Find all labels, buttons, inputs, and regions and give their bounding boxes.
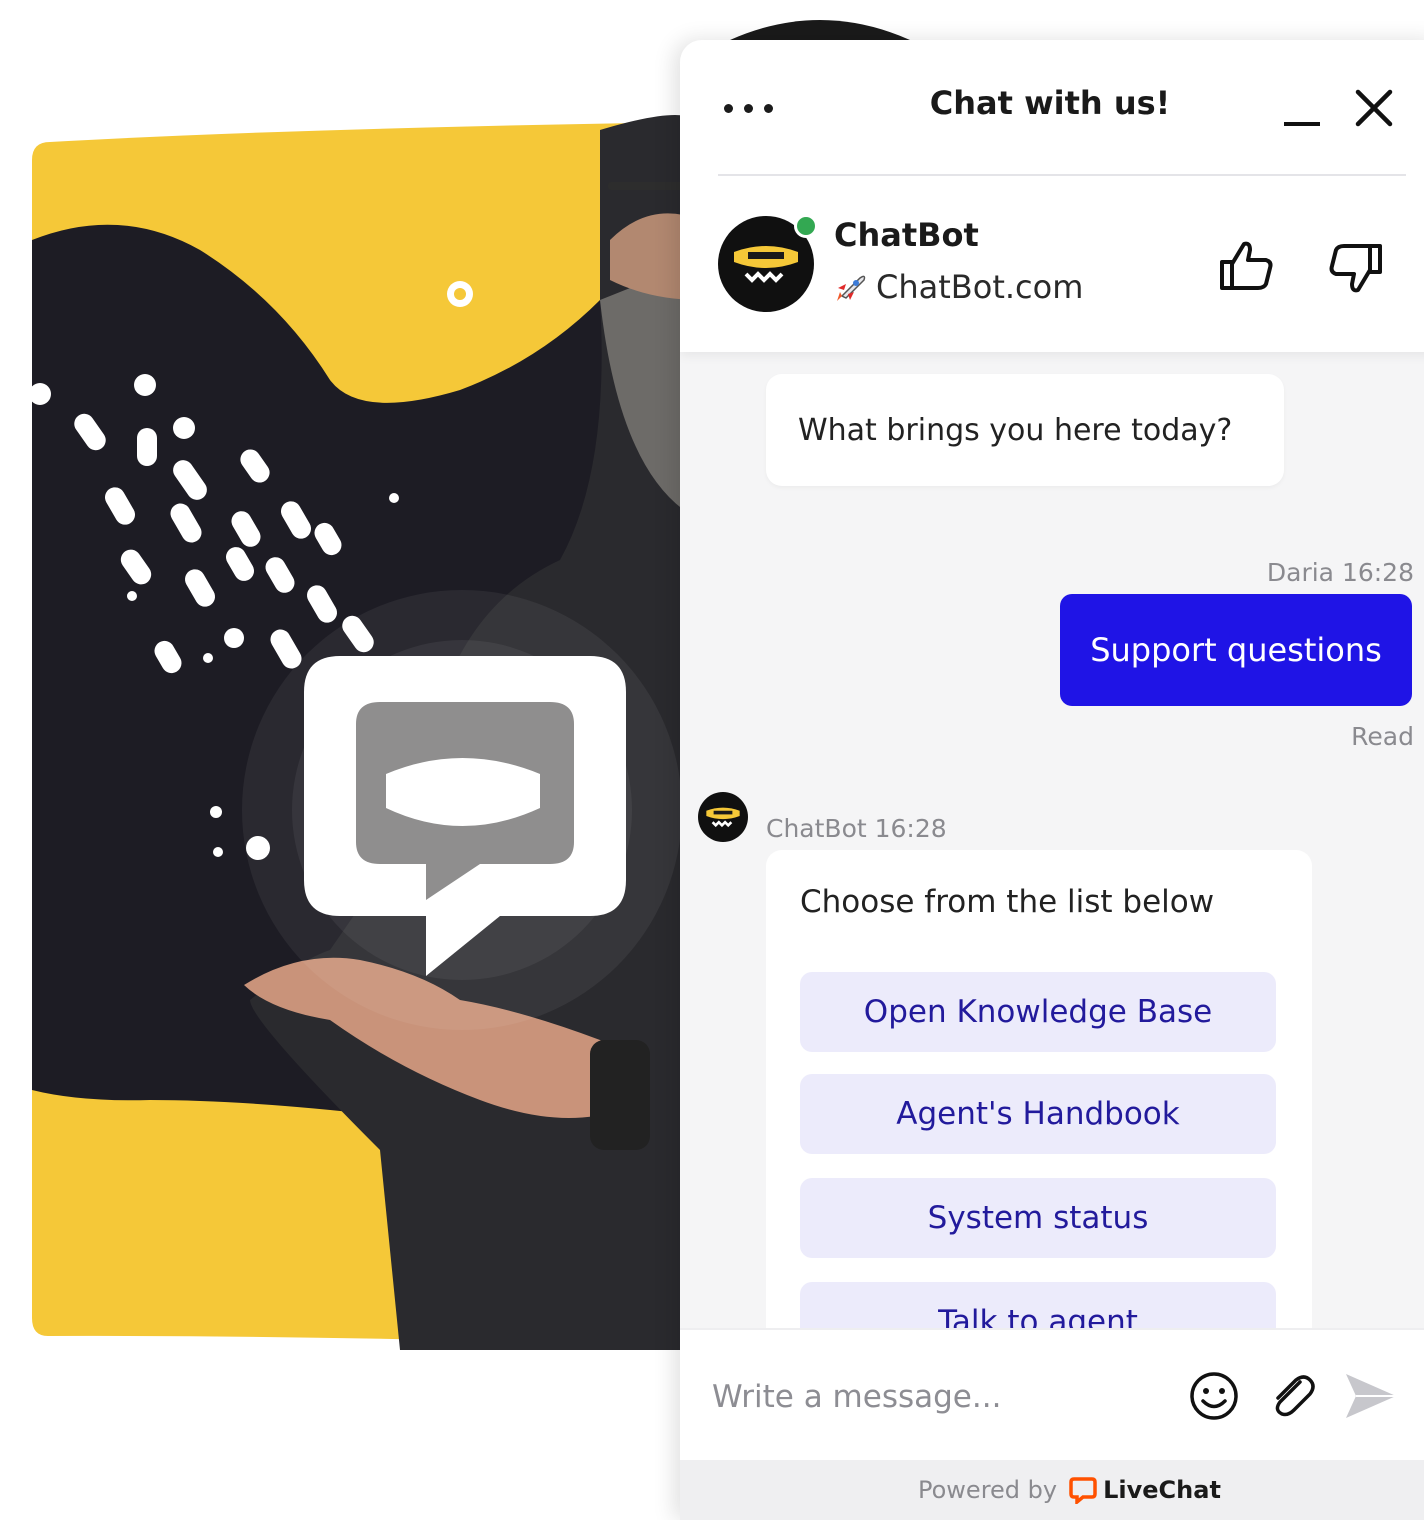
message-composer <box>680 1328 1424 1462</box>
bot-message-text: What brings you here today? <box>798 412 1233 448</box>
more-options-button[interactable] <box>724 92 784 122</box>
message-list[interactable]: What brings you here today? Daria 16:28 … <box>680 352 1424 1328</box>
paperclip-icon <box>1275 1375 1315 1417</box>
chat-widget: Chat with us! ChatBot ChatBot.com What b… <box>680 40 1424 1520</box>
livechat-brand[interactable]: LiveChat <box>1103 1476 1221 1504</box>
quick-replies-card: Choose from the list below Open Knowledg… <box>766 850 1312 1328</box>
chatbot-avatar-small <box>698 792 748 842</box>
user-message: Support questions <box>1060 594 1412 706</box>
quick-reply-button[interactable]: Talk to agent <box>800 1282 1276 1328</box>
quick-reply-button[interactable]: Open Knowledge Base <box>800 972 1276 1052</box>
agent-site: ChatBot.com <box>834 268 1083 306</box>
user-message-meta: Daria 16:28 <box>1266 558 1414 587</box>
livechat-logo-icon <box>1069 1477 1097 1504</box>
attach-file-button[interactable] <box>1264 1368 1320 1424</box>
bot-message: What brings you here today? <box>766 374 1284 486</box>
online-status-dot <box>794 214 818 238</box>
emoji-icon <box>1190 1372 1238 1420</box>
send-icon <box>1346 1374 1396 1418</box>
rocket-icon <box>837 275 866 301</box>
agent-name: ChatBot <box>834 216 979 254</box>
header-divider <box>718 174 1406 176</box>
user-message-text: Support questions <box>1090 631 1382 669</box>
bot-prompt-text: Choose from the list below <box>800 884 1215 920</box>
more-dots-icon <box>764 104 773 113</box>
more-dots-icon <box>724 104 733 113</box>
message-input[interactable] <box>710 1360 1164 1434</box>
chat-header: Chat with us! ChatBot ChatBot.com <box>680 40 1424 352</box>
rate-bad-button[interactable] <box>1326 238 1386 298</box>
thumbs-down-icon <box>1329 244 1382 293</box>
powered-by-footer: Powered by LiveChat <box>680 1460 1424 1520</box>
emoji-button[interactable] <box>1188 1370 1240 1422</box>
more-dots-icon <box>744 104 753 113</box>
send-button[interactable] <box>1340 1368 1400 1424</box>
quick-reply-button[interactable]: System status <box>800 1178 1276 1258</box>
powered-by-text: Powered by <box>918 1476 1058 1504</box>
close-icon <box>1355 89 1393 127</box>
chatbot-logo-icon <box>706 807 740 828</box>
read-receipt: Read <box>1351 722 1414 751</box>
close-button[interactable] <box>1352 86 1396 130</box>
thumbs-up-icon <box>1220 241 1273 290</box>
minimize-button[interactable] <box>1280 98 1324 138</box>
agent-site-label: ChatBot.com <box>876 268 1084 306</box>
quick-reply-button[interactable]: Agent's Handbook <box>800 1074 1276 1154</box>
bot-message-meta: ChatBot 16:28 <box>766 814 947 843</box>
chat-title: Chat with us! <box>929 84 1171 122</box>
rate-good-button[interactable] <box>1216 236 1276 296</box>
